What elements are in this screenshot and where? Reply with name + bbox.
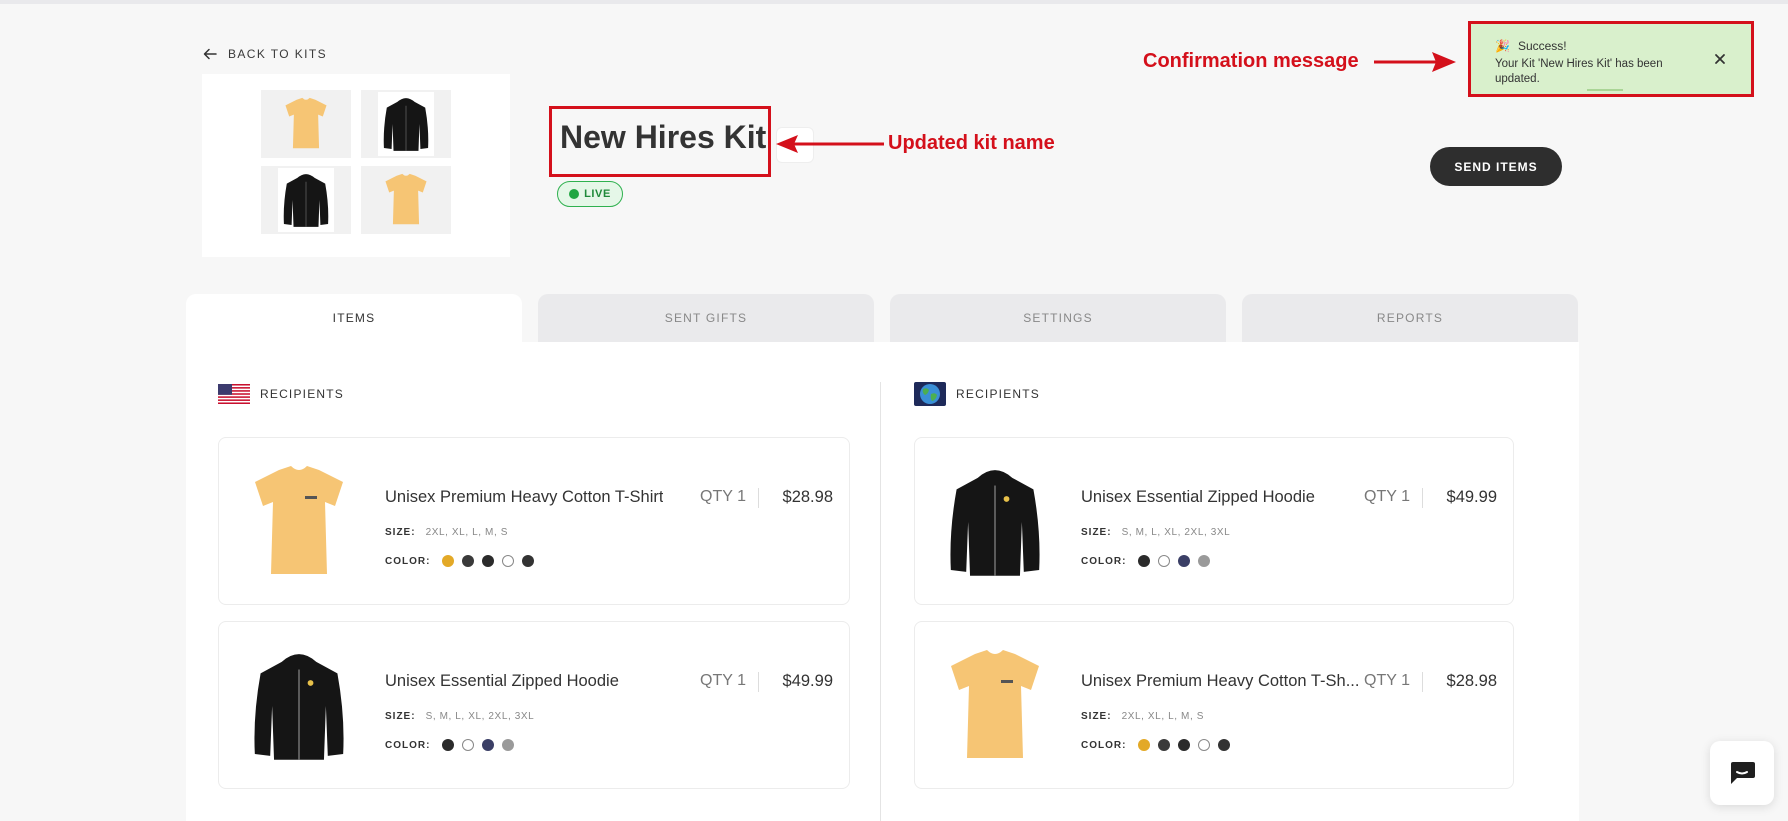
status-dot-icon (569, 189, 580, 199)
annotation-confirmation-message: Confirmation message (1143, 50, 1359, 72)
color-swatch[interactable] (1198, 555, 1211, 567)
product-card[interactable]: Unisex Premium Heavy Cotton T-Sh... QTY … (914, 621, 1514, 789)
product-colors: COLOR: (385, 739, 515, 751)
color-swatch[interactable] (462, 555, 475, 567)
product-price: $28.98 (782, 488, 833, 506)
product-card[interactable]: Unisex Essential Zipped Hoodie QTY 1 $49… (914, 437, 1514, 605)
color-swatch[interactable] (1158, 739, 1171, 751)
column-divider (880, 382, 881, 821)
thumbnail-tshirt (261, 90, 351, 158)
section-header-international: RECIPIENTS (914, 382, 1040, 406)
color-swatch[interactable] (1158, 555, 1171, 567)
color-swatch[interactable] (1218, 739, 1231, 751)
color-swatch[interactable] (462, 739, 475, 751)
product-price: $49.99 (782, 672, 833, 690)
product-qty: QTY 1 (1364, 672, 1423, 692)
product-name: Unisex Premium Heavy Cotton T-Sh... (1081, 672, 1360, 690)
kit-thumbnail-grid (202, 74, 510, 257)
product-colors: COLOR: (1081, 555, 1211, 567)
product-sizes: SIZE: S, M, L, XL, 2XL, 3XL (385, 711, 535, 722)
color-swatch[interactable] (502, 739, 515, 751)
product-price: $28.98 (1446, 672, 1497, 690)
toast-message: Your Kit 'New Hires Kit' has been update… (1495, 58, 1663, 85)
back-to-kits-link[interactable]: BACK TO KITS (202, 46, 327, 62)
product-qty: QTY 1 (1364, 488, 1423, 508)
product-qty: QTY 1 (700, 488, 759, 508)
kit-title: New Hires Kit (560, 119, 767, 155)
product-card[interactable]: Unisex Premium Heavy Cotton T-Shirt QTY … (218, 437, 850, 605)
kit-tabs: ITEMS SENT GIFTS SETTINGS REPORTS (186, 294, 1579, 342)
hoodie-image (249, 642, 349, 770)
color-swatch[interactable] (1138, 555, 1151, 567)
section-title: RECIPIENTS (956, 387, 1041, 401)
arrow-left-icon (203, 48, 217, 60)
close-icon[interactable] (1713, 52, 1727, 66)
globe-icon (914, 382, 946, 406)
live-status-badge: LIVE (557, 181, 623, 207)
product-price: $49.99 (1446, 488, 1497, 506)
tshirt-image (945, 642, 1045, 770)
success-toast: 🎉 Success! Your Kit 'New Hires Kit' has … (1468, 21, 1754, 97)
color-swatch[interactable] (1138, 739, 1151, 751)
send-items-button[interactable]: SEND ITEMS (1430, 147, 1562, 186)
tshirt-image (249, 458, 349, 586)
thumbnail-tshirt (361, 166, 451, 234)
chat-widget-button[interactable] (1710, 741, 1774, 805)
annotation-arrow-icon (1374, 52, 1456, 72)
kit-title-highlight: New Hires Kit (549, 106, 771, 177)
back-label: BACK TO KITS (228, 47, 328, 61)
toast-header: 🎉 Success! (1495, 39, 1567, 53)
product-sizes: SIZE: 2XL, XL, L, M, S (385, 527, 508, 538)
thumbnail-hoodie (261, 166, 351, 234)
toast-title: Success! (1517, 39, 1567, 53)
color-swatch[interactable] (1198, 739, 1211, 751)
product-sizes: SIZE: 2XL, XL, L, M, S (1081, 711, 1204, 722)
color-swatch[interactable] (522, 555, 535, 567)
top-border (0, 0, 1788, 4)
toast-progress (1587, 89, 1623, 91)
section-title: RECIPIENTS (260, 387, 345, 401)
annotation-arrow-icon (776, 135, 884, 153)
color-swatch[interactable] (502, 555, 515, 567)
color-swatch[interactable] (482, 555, 495, 567)
color-swatch[interactable] (1178, 739, 1191, 751)
tab-reports[interactable]: REPORTS (1242, 294, 1578, 342)
status-label: LIVE (584, 188, 611, 200)
section-header-us: RECIPIENTS (218, 384, 344, 404)
tab-settings[interactable]: SETTINGS (890, 294, 1226, 342)
color-swatch[interactable] (442, 555, 455, 567)
tab-items[interactable]: ITEMS (186, 294, 522, 342)
product-colors: COLOR: (385, 555, 535, 567)
color-swatch[interactable] (482, 739, 495, 751)
product-card[interactable]: Unisex Essential Zipped Hoodie QTY 1 $49… (218, 621, 850, 789)
tab-sent-gifts[interactable]: SENT GIFTS (538, 294, 874, 342)
product-qty: QTY 1 (700, 672, 759, 692)
hoodie-image (945, 458, 1045, 586)
product-name: Unisex Essential Zipped Hoodie (1081, 488, 1315, 506)
color-swatch[interactable] (442, 739, 455, 751)
color-swatch[interactable] (1178, 555, 1191, 567)
product-colors: COLOR: (1081, 739, 1231, 751)
us-flag-icon (218, 384, 250, 404)
product-sizes: SIZE: S, M, L, XL, 2XL, 3XL (1081, 527, 1231, 538)
product-name: Unisex Essential Zipped Hoodie (385, 672, 619, 690)
party-popper-icon: 🎉 (1495, 39, 1510, 53)
annotation-updated-kit-name: Updated kit name (888, 132, 1055, 154)
chat-icon (1731, 762, 1755, 784)
product-name: Unisex Premium Heavy Cotton T-Shirt (385, 488, 664, 506)
thumbnail-hoodie (361, 90, 451, 158)
